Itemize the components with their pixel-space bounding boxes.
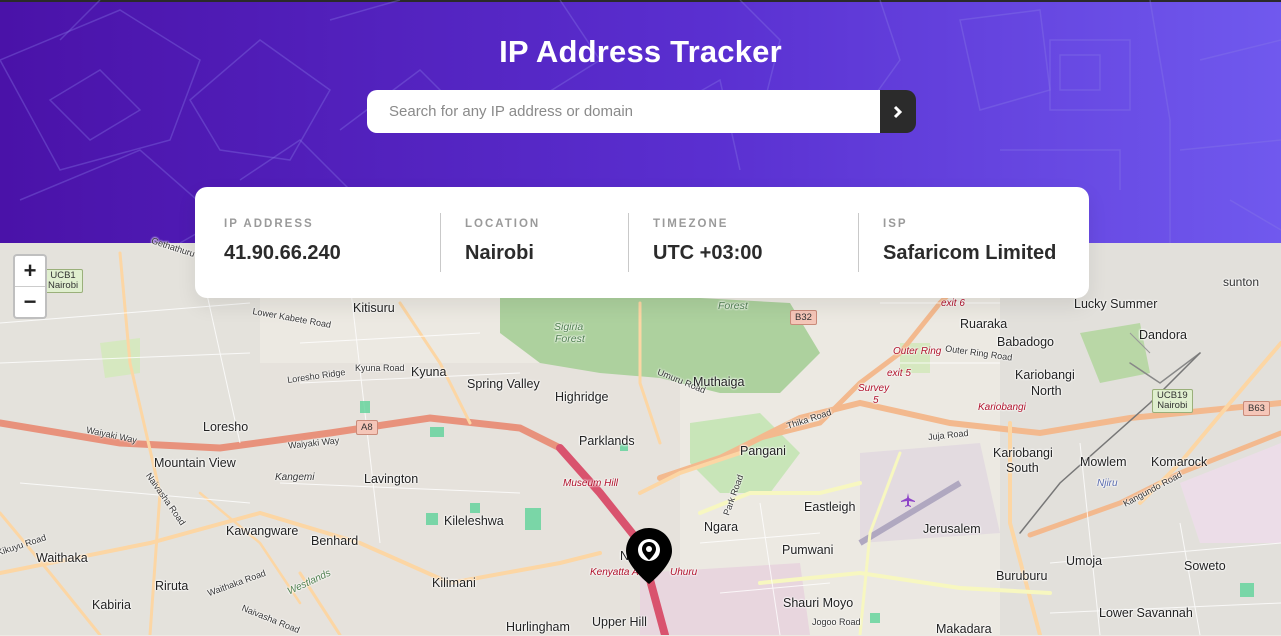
map-label: Pangani (740, 444, 786, 458)
map-label: Kariobangi (993, 446, 1053, 460)
search-submit-button[interactable] (880, 90, 916, 133)
isp-label: ISP (883, 218, 908, 230)
map-label: Kileleshwa (444, 514, 504, 528)
map-label: Kyuna Road (355, 363, 405, 373)
chevron-right-icon (893, 105, 903, 118)
map-label: Mowlem (1080, 455, 1127, 469)
location-label: LOCATION (465, 218, 541, 230)
airport-icon (901, 493, 915, 507)
map-label: Sigiria (554, 321, 584, 333)
map-label: Lavington (364, 472, 419, 486)
map-label: Museum Hill (563, 478, 619, 489)
map-label: Kabiria (92, 598, 131, 612)
map-label: Kyuna (411, 365, 447, 379)
map-label: Kawangware (226, 524, 299, 538)
map-label: Shauri Moyo (783, 596, 854, 610)
map-label: Uhuru (670, 567, 698, 578)
zoom-out-button[interactable]: − (15, 287, 45, 317)
isp-value: Safaricom Limited (883, 242, 1057, 264)
divider (628, 213, 629, 272)
map-label: Njiru (1097, 478, 1118, 489)
map-label: Benhard (311, 534, 359, 548)
map-label: Muthaiga (693, 375, 745, 389)
map-label: Spring Valley (467, 377, 540, 391)
ip-address-label: IP ADDRESS (224, 218, 314, 230)
search-bar (367, 90, 916, 133)
map-route-shield: A8 (356, 420, 378, 435)
map-label: Nairobi (1157, 400, 1188, 411)
divider (440, 213, 441, 272)
map-label: Waithaka (36, 551, 88, 565)
map-label: exit 6 (941, 298, 965, 309)
map-label: Hurlingham (506, 620, 570, 634)
page-title: IP Address Tracker (499, 34, 782, 69)
map-label: Survey (858, 383, 890, 394)
location-pin-icon[interactable] (626, 528, 672, 584)
map-label: Lower Savannah (1099, 606, 1193, 620)
map-label: Kitisuru (353, 301, 395, 315)
map-label: South (1006, 461, 1039, 475)
map-label: Jerusalem (923, 522, 981, 536)
search-input[interactable] (367, 90, 880, 133)
timezone-value: UTC +03:00 (653, 242, 763, 264)
map-label: Kangemi (275, 472, 315, 483)
map-label: Pumwani (782, 543, 834, 557)
map-label: Riruta (155, 579, 189, 593)
map-label: sunton (1223, 275, 1260, 289)
ip-address-value: 41.90.66.240 (224, 242, 341, 264)
map-route-shield: UCB1 Nairobi (43, 269, 84, 293)
map-label: Lucky Summer (1074, 297, 1158, 311)
map-label: Komarock (1151, 455, 1208, 469)
map-label: Mountain View (154, 456, 236, 470)
map-label: Dandora (1139, 328, 1187, 342)
map-label: Babadogo (997, 335, 1055, 349)
zoom-in-button[interactable]: + (15, 256, 45, 287)
map-label: Umoja (1066, 554, 1103, 568)
map-label: 5 (873, 395, 879, 406)
map-route-shield: B32 (790, 310, 817, 325)
map-label: Forest (555, 333, 585, 345)
map-label: Eastleigh (804, 500, 856, 514)
location-value: Nairobi (465, 242, 534, 264)
map-label: Outer Ring (893, 346, 942, 357)
zoom-control: + − (13, 254, 47, 319)
map-label: Ruaraka (960, 317, 1008, 331)
map-route-shield: B63 (1243, 401, 1270, 416)
map-label: Forest (718, 300, 748, 312)
map-label: Makadara (936, 622, 992, 636)
map-label: exit 5 (887, 368, 911, 379)
map-label: Highridge (555, 390, 609, 404)
map-label: Jogoo Road (812, 617, 861, 627)
ip-info-card: IP ADDRESS 41.90.66.240 LOCATION Nairobi… (195, 187, 1089, 298)
map-label: Parklands (579, 434, 635, 448)
map-label: Ngara (704, 520, 739, 534)
map-label: Kariobangi (1015, 368, 1075, 382)
map-label: Loresho (203, 420, 249, 434)
map-label: North (1031, 384, 1062, 398)
divider (858, 213, 859, 272)
map-label: Buruburu (996, 569, 1048, 583)
map-label: Kariobangi (978, 402, 1026, 413)
map-label: Upper Hill (592, 615, 647, 629)
timezone-label: TIMEZONE (653, 218, 729, 230)
map-label: Nairobi (48, 280, 79, 291)
map-label: Soweto (1184, 559, 1226, 573)
map-label: Kilimani (432, 576, 476, 590)
map-route-shield: UCB19 Nairobi (1152, 389, 1193, 413)
